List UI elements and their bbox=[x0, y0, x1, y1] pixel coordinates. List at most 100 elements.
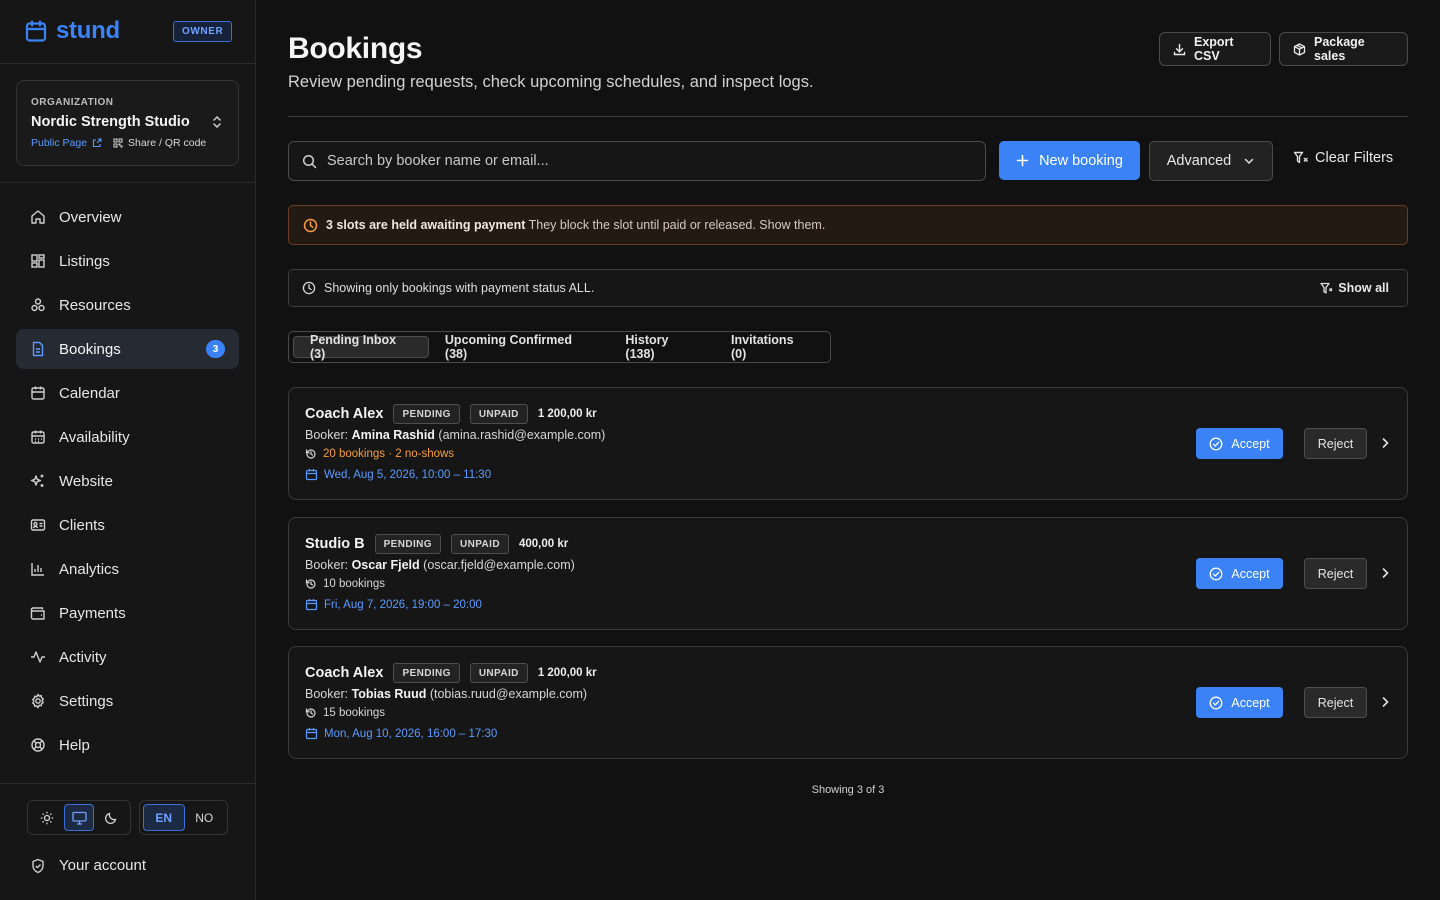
monitor-icon bbox=[71, 811, 87, 825]
chevron-right-icon[interactable] bbox=[1379, 567, 1391, 579]
booker-history: 20 bookings · 2 no-shows bbox=[305, 448, 454, 460]
reject-button[interactable]: Reject bbox=[1304, 558, 1367, 589]
new-booking-label: New booking bbox=[1039, 152, 1123, 169]
tab-pending-inbox[interactable]: Pending Inbox (3) bbox=[293, 333, 429, 361]
sidebar-item-resources[interactable]: Resources bbox=[16, 285, 239, 325]
qr-code-icon bbox=[113, 138, 123, 148]
sparkles-icon bbox=[30, 473, 46, 489]
tab-upcoming-confirmed[interactable]: Upcoming Confirmed (38) bbox=[429, 333, 610, 361]
booker-name: Oscar Fjeld bbox=[351, 558, 420, 572]
light-theme-button[interactable] bbox=[32, 804, 62, 831]
home-icon bbox=[30, 209, 46, 225]
calendar-icon bbox=[305, 598, 318, 611]
role-badge: OWNER bbox=[173, 21, 233, 42]
sidebar-item-analytics[interactable]: Analytics bbox=[16, 549, 239, 589]
accept-button[interactable]: Accept bbox=[1196, 558, 1283, 589]
activity-icon bbox=[30, 649, 46, 665]
check-circle-icon bbox=[1209, 437, 1223, 451]
status-badge: PENDING bbox=[374, 534, 441, 554]
shield-check-icon bbox=[30, 858, 46, 874]
tab-history[interactable]: History (138) bbox=[609, 333, 715, 361]
package-sales-label: Package sales bbox=[1314, 35, 1365, 63]
reject-button[interactable]: Reject bbox=[1304, 687, 1367, 718]
booker-info: Booker: Oscar Fjeld (oscar.fjeld@example… bbox=[305, 558, 575, 572]
status-badge: PENDING bbox=[393, 404, 460, 424]
dark-theme-button[interactable] bbox=[96, 804, 126, 831]
page-title: Bookings bbox=[288, 32, 423, 65]
language-switcher: EN NO bbox=[139, 800, 228, 835]
theme-switcher bbox=[27, 800, 131, 835]
accept-label: Accept bbox=[1231, 436, 1270, 451]
sidebar-item-clients[interactable]: Clients bbox=[16, 505, 239, 545]
sidebar-item-payments[interactable]: Payments bbox=[16, 593, 239, 633]
brand-name: stund bbox=[56, 17, 120, 44]
booking-card[interactable]: Coach Alex PENDING UNPAID 1 200,00 kr Bo… bbox=[288, 387, 1408, 500]
held-slots-alert[interactable]: 3 slots are held awaiting payment They b… bbox=[288, 205, 1408, 245]
booker-info: Booker: Tobias Ruud (tobias.ruud@example… bbox=[305, 687, 588, 701]
share-qr-link[interactable]: Share / QR code bbox=[128, 137, 206, 149]
sidebar-item-label: Help bbox=[59, 736, 90, 754]
payment-badge: UNPAID bbox=[469, 663, 528, 683]
language-option-no[interactable]: NO bbox=[185, 804, 225, 831]
public-page-link[interactable]: Public Page bbox=[31, 137, 87, 149]
export-csv-button[interactable]: Export CSV bbox=[1159, 32, 1271, 66]
history-icon bbox=[305, 448, 317, 460]
sidebar-item-overview[interactable]: Overview bbox=[16, 197, 239, 237]
chevron-down-icon bbox=[1243, 155, 1255, 167]
organization-switcher[interactable]: ORGANIZATION Nordic Strength Studio Publ… bbox=[16, 80, 239, 166]
sidebar-item-listings[interactable]: Listings bbox=[16, 241, 239, 281]
sidebar-item-calendar[interactable]: Calendar bbox=[16, 373, 239, 413]
plus-icon bbox=[1016, 154, 1029, 167]
accept-label: Accept bbox=[1231, 566, 1270, 581]
id-card-icon bbox=[30, 517, 46, 533]
chevrons-up-down-icon[interactable] bbox=[210, 115, 224, 129]
calendar-icon bbox=[305, 468, 318, 481]
booker-name: Amina Rashid bbox=[351, 428, 435, 442]
reject-button[interactable]: Reject bbox=[1304, 428, 1367, 459]
booker-email: (amina.rashid@example.com) bbox=[438, 428, 606, 442]
clear-filters-button[interactable]: Clear Filters bbox=[1293, 150, 1393, 166]
chevron-right-icon[interactable] bbox=[1379, 437, 1391, 449]
sidebar-item-label: Listings bbox=[59, 252, 110, 270]
accept-button[interactable]: Accept bbox=[1196, 428, 1283, 459]
your-account-link[interactable]: Your account bbox=[30, 857, 146, 874]
check-circle-icon bbox=[1209, 567, 1223, 581]
filter-icon bbox=[1320, 282, 1333, 295]
booker-info: Booker: Amina Rashid (amina.rashid@examp… bbox=[305, 428, 606, 442]
search-box[interactable] bbox=[288, 141, 986, 181]
booker-history: 15 bookings bbox=[305, 707, 385, 719]
booking-card[interactable]: Studio B PENDING UNPAID 400,00 kr Booker… bbox=[288, 517, 1408, 630]
advanced-filter-dropdown[interactable]: Advanced bbox=[1149, 141, 1273, 181]
sidebar-item-activity[interactable]: Activity bbox=[16, 637, 239, 677]
bookings-count-badge: 3 bbox=[206, 340, 225, 358]
brand-logo[interactable]: stund bbox=[24, 17, 120, 44]
search-input[interactable] bbox=[327, 153, 967, 169]
alert-heading: 3 slots are held awaiting payment bbox=[326, 218, 526, 232]
tab-invitations[interactable]: Invitations (0) bbox=[715, 333, 826, 361]
package-sales-button[interactable]: Package sales bbox=[1279, 32, 1408, 66]
download-icon bbox=[1173, 43, 1186, 56]
new-booking-button[interactable]: New booking bbox=[999, 141, 1140, 180]
organization-name: Nordic Strength Studio bbox=[31, 114, 190, 130]
payment-filter-notice: Showing only bookings with payment statu… bbox=[288, 269, 1408, 307]
booking-card[interactable]: Coach Alex PENDING UNPAID 1 200,00 kr Bo… bbox=[288, 646, 1408, 759]
sidebar-item-bookings[interactable]: Bookings 3 bbox=[16, 329, 239, 369]
chevron-right-icon[interactable] bbox=[1379, 696, 1391, 708]
accept-label: Accept bbox=[1231, 695, 1270, 710]
sidebar-item-help[interactable]: Help bbox=[16, 725, 239, 765]
accept-button[interactable]: Accept bbox=[1196, 687, 1283, 718]
payment-badge: UNPAID bbox=[450, 534, 509, 554]
show-all-button[interactable]: Show all bbox=[1320, 281, 1389, 295]
sidebar-item-label: Overview bbox=[59, 208, 122, 226]
shapes-icon bbox=[30, 297, 46, 313]
sidebar-item-availability[interactable]: Availability bbox=[16, 417, 239, 457]
system-theme-button[interactable] bbox=[64, 804, 94, 831]
sidebar-item-label: Resources bbox=[59, 296, 131, 314]
sidebar-item-label: Bookings bbox=[59, 340, 121, 358]
sidebar-item-website[interactable]: Website bbox=[16, 461, 239, 501]
booking-datetime-text: Fri, Aug 7, 2026, 19:00 – 20:00 bbox=[324, 598, 482, 611]
booker-email: (oscar.fjeld@example.com) bbox=[423, 558, 575, 572]
sidebar-item-settings[interactable]: Settings bbox=[16, 681, 239, 721]
booking-price: 1 200,00 kr bbox=[537, 408, 597, 420]
language-option-en[interactable]: EN bbox=[143, 804, 185, 831]
